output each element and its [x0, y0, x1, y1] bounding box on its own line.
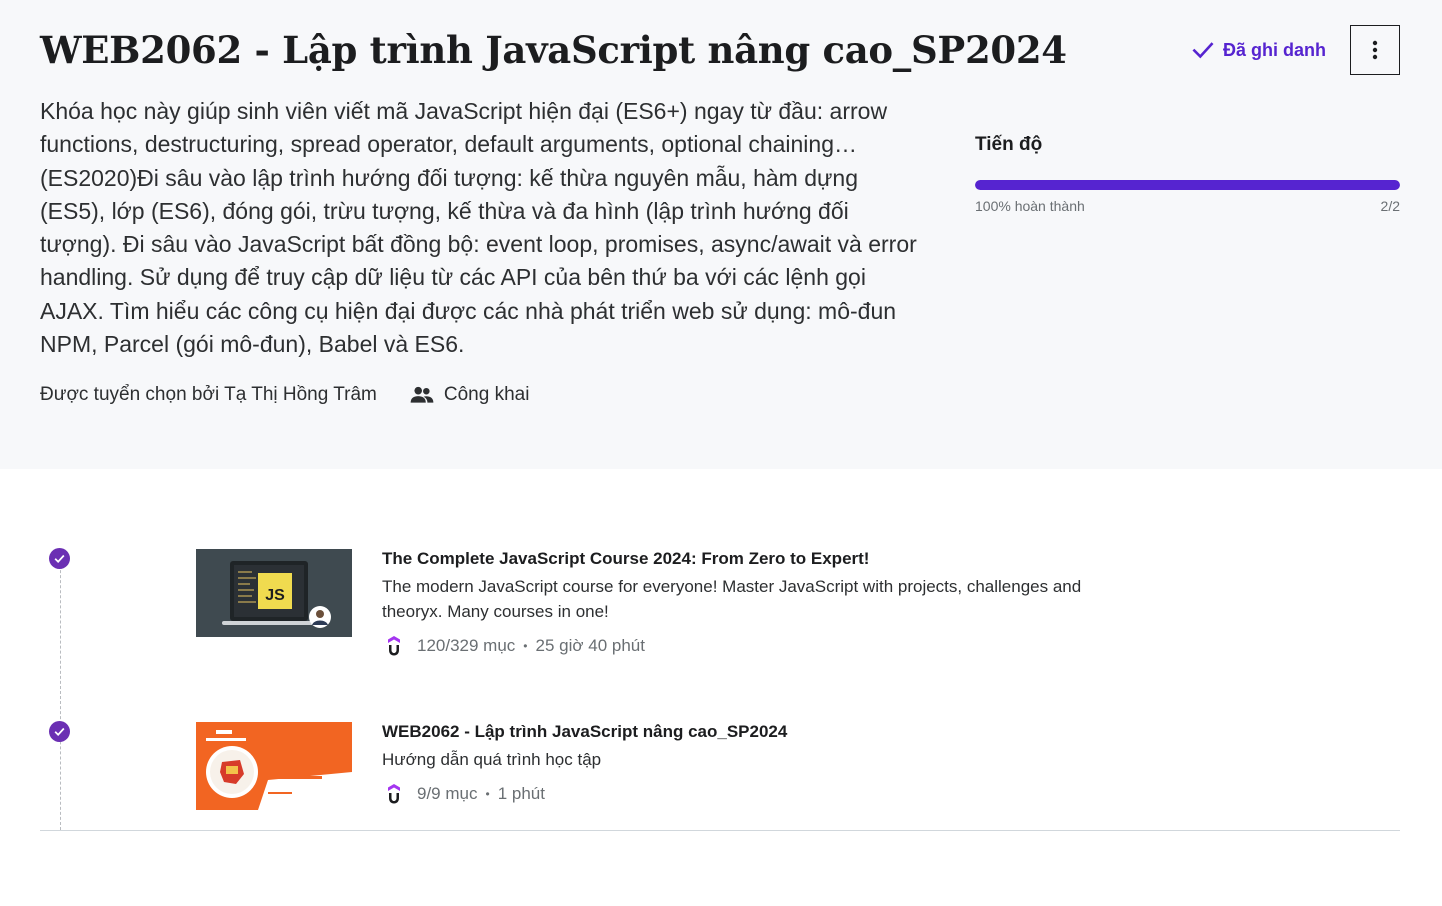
course-header: WEB2062 - Lập trình JavaScript nâng cao_… — [0, 0, 1442, 469]
items-count: 9/9 mục — [417, 784, 478, 803]
course-item-subtitle: Hướng dẫn quá trình học tập — [382, 750, 602, 769]
thumbnail-badge: JS — [265, 587, 285, 604]
udemy-u-icon — [388, 784, 400, 804]
progress-bar — [975, 180, 1400, 190]
separator-dot: • — [485, 787, 490, 801]
progress-count-text: 2/2 — [1380, 198, 1400, 214]
course-thumbnail[interactable] — [196, 722, 352, 810]
progress-panel: Tiến độ 100% hoàn thành 2/2 — [975, 134, 1400, 214]
more-vertical-icon — [1372, 40, 1378, 60]
items-count: 120/329 mục — [417, 636, 516, 655]
course-item-stats: 9/9 mục • 1 phút — [382, 782, 1142, 806]
more-options-button[interactable] — [1350, 25, 1400, 75]
course-item-stats: 120/329 mục • 25 giờ 40 phút — [382, 634, 1142, 658]
duration: 1 phút — [497, 784, 545, 803]
progress-label: Tiến độ — [975, 134, 1043, 155]
enrolled-label: Đã ghi danh — [1223, 39, 1326, 60]
curator-text: Được tuyển chọn bởi Tạ Thị Hồng Trâm — [40, 384, 377, 405]
people-icon — [410, 386, 434, 403]
course-meta: Được tuyển chọn bởi Tạ Thị Hồng Trâm Côn… — [40, 380, 529, 410]
course-item-title[interactable]: The Complete JavaScript Course 2024: Fro… — [382, 548, 1142, 570]
enrolled-status[interactable]: Đã ghi danh — [1190, 36, 1326, 64]
duration: 25 giờ 40 phút — [535, 636, 645, 655]
course-thumbnail[interactable]: JS — [196, 549, 352, 637]
progress-percent-text: 100% hoàn thành — [975, 198, 1085, 214]
course-item-subtitle: The modern JavaScript course for everyon… — [382, 577, 1082, 621]
check-icon — [1192, 42, 1214, 59]
visibility-text: Công khai — [443, 384, 530, 405]
divider — [40, 830, 1400, 831]
check-circle-icon — [49, 548, 70, 569]
udemy-u-icon — [388, 636, 400, 656]
timeline-line — [60, 560, 61, 830]
course-item-title[interactable]: WEB2062 - Lập trình JavaScript nâng cao_… — [382, 721, 1142, 743]
progress-bar-fill — [975, 180, 1400, 190]
separator-dot: • — [523, 639, 528, 653]
course-description: Khóa học này giúp sinh viên viết mã Java… — [40, 98, 917, 358]
page-title: WEB2062 - Lập trình JavaScript nâng cao_… — [40, 28, 1067, 72]
check-circle-icon — [49, 721, 70, 742]
